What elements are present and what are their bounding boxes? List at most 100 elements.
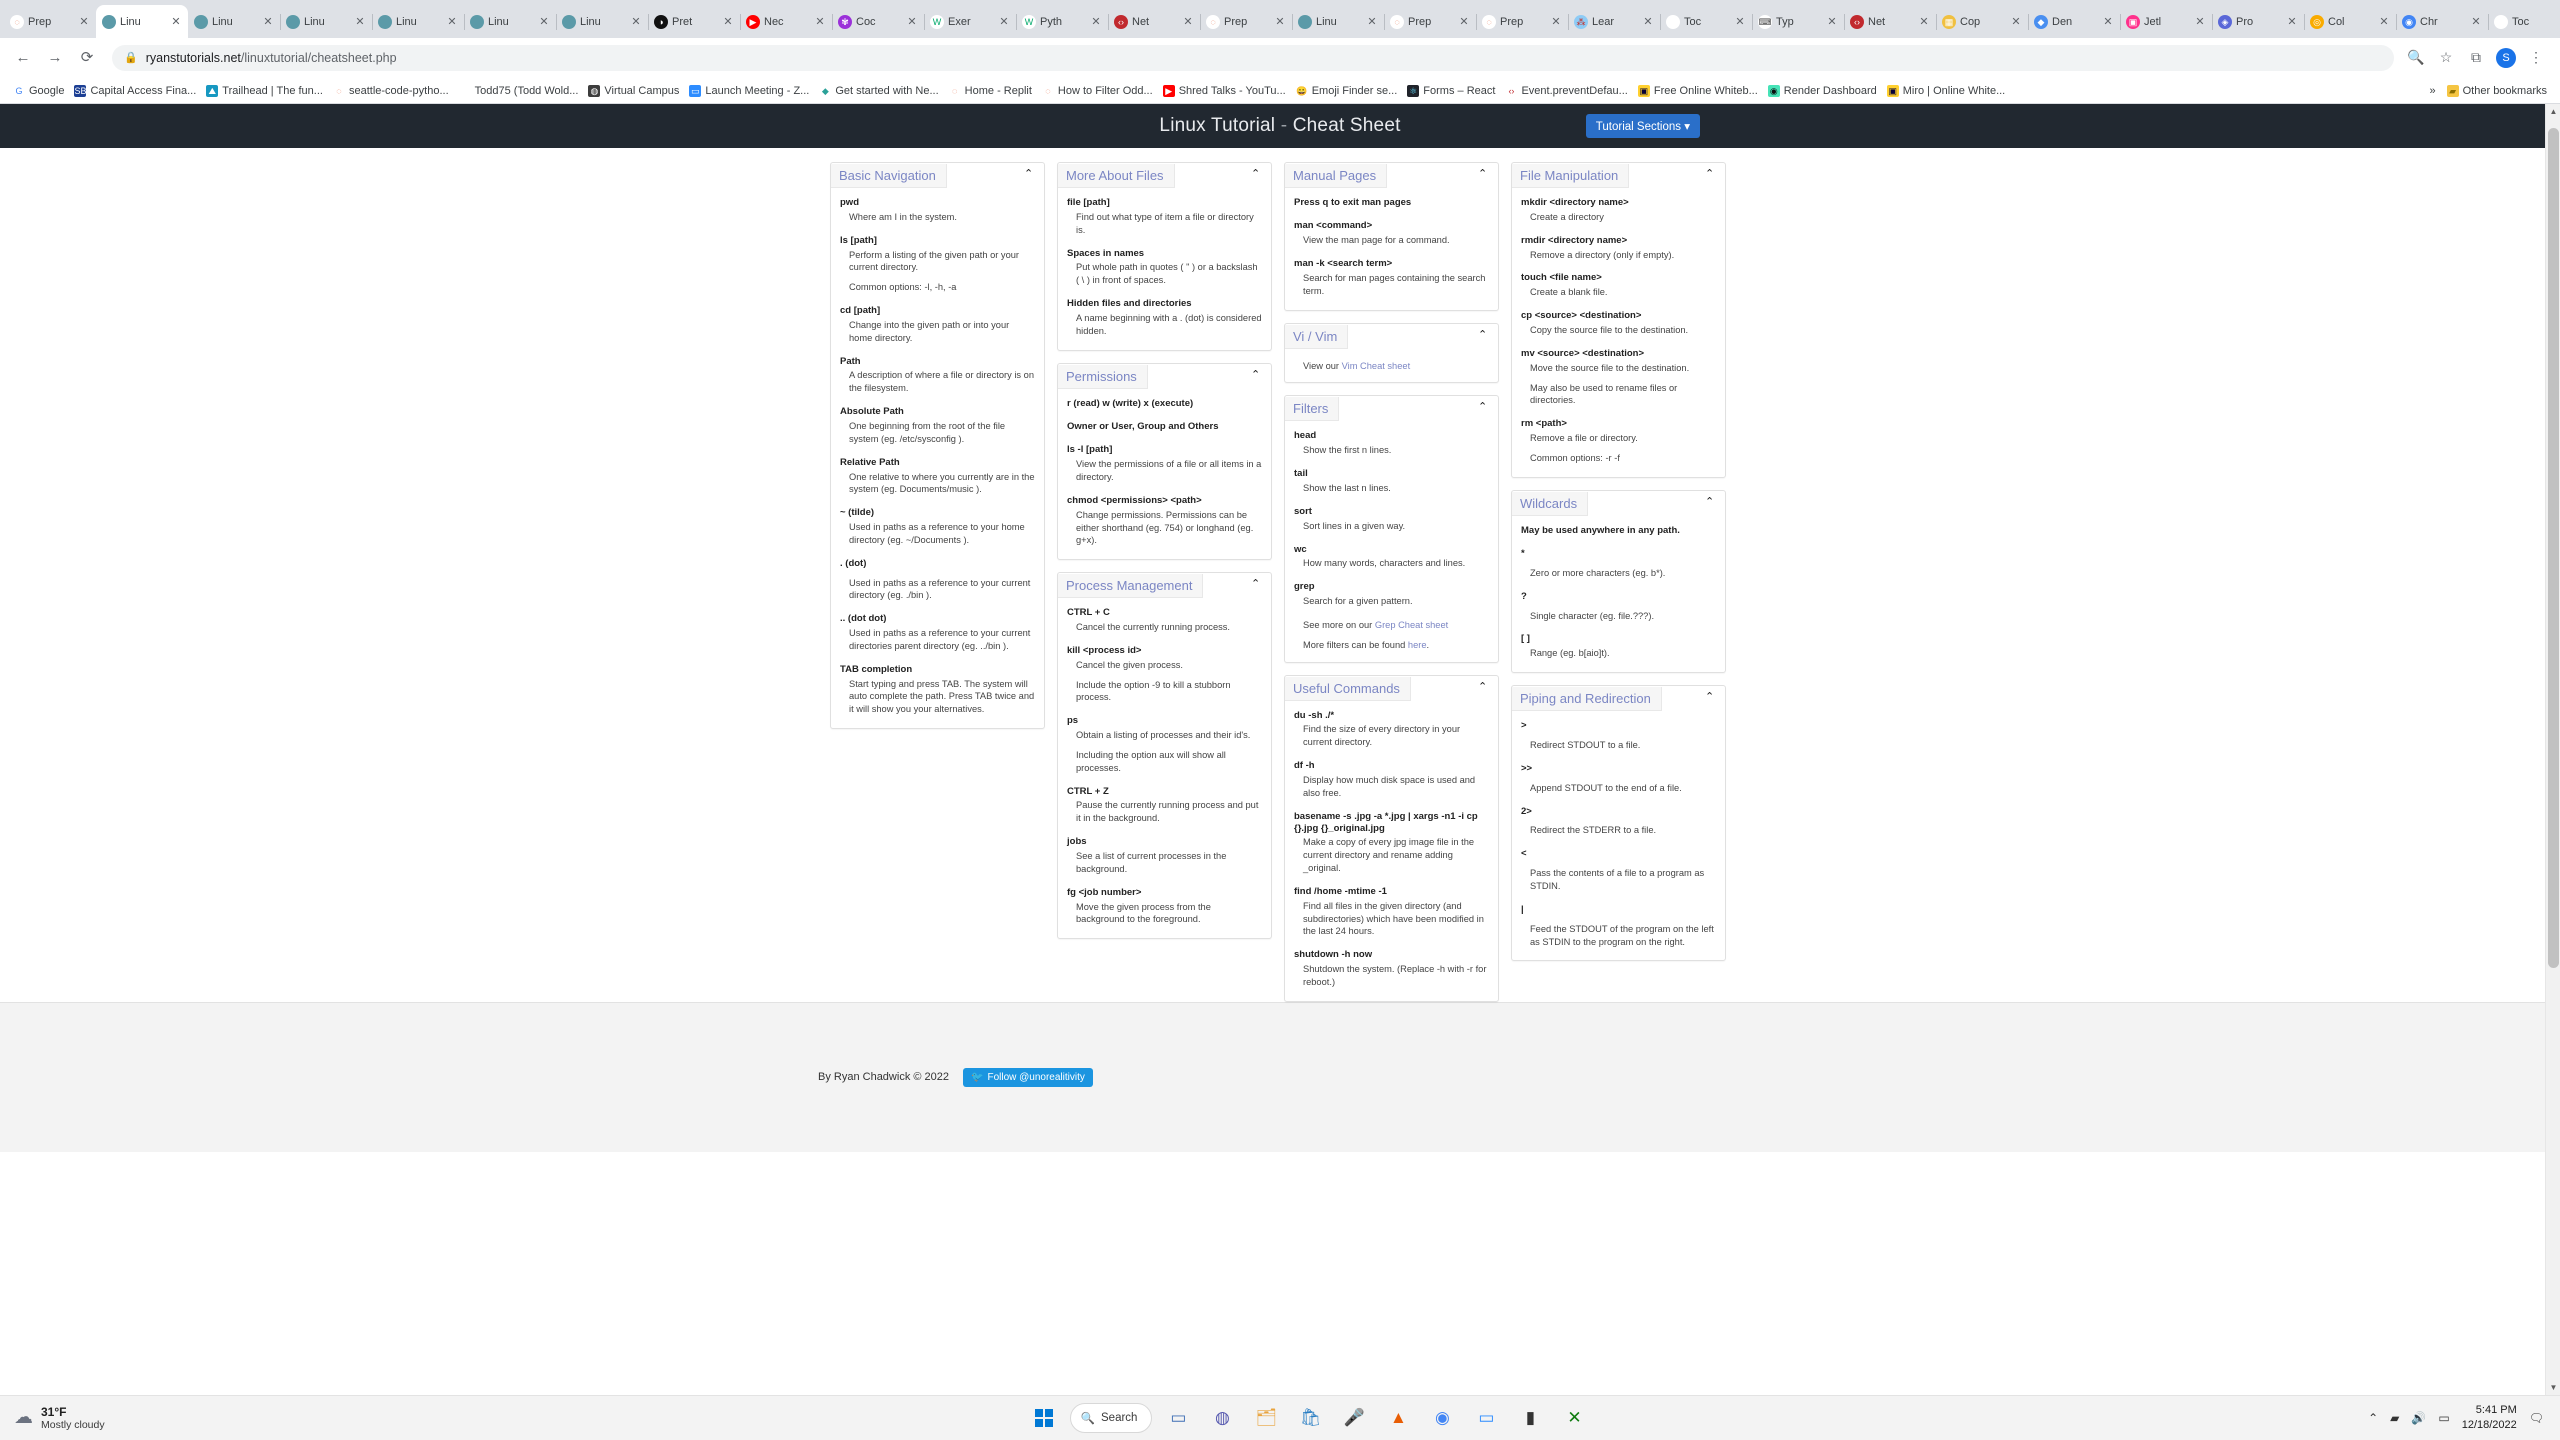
panel-header[interactable]: Piping and Redirection ⌃ xyxy=(1512,686,1725,712)
battery-icon[interactable]: ▭ xyxy=(2438,1411,2449,1425)
panel-header[interactable]: Basic Navigation ⌃ xyxy=(831,163,1044,189)
browser-tab[interactable]: ⌨ Typ ✕ xyxy=(1752,5,1845,38)
tab-close-icon[interactable]: ✕ xyxy=(446,15,458,28)
page-scrollbar[interactable]: ▲ ▼ xyxy=(2545,104,2560,1395)
tab-close-icon[interactable]: ✕ xyxy=(630,15,642,28)
bookmark-item[interactable]: ▣ Free Online Whiteb... xyxy=(1633,83,1763,99)
browser-tab[interactable]: Toc✕ xyxy=(2488,5,2560,38)
browser-tab[interactable]: ◌ Prep ✕ xyxy=(1476,5,1569,38)
chevron-up-icon[interactable]: ⌃ xyxy=(1705,169,1717,181)
address-bar[interactable]: 🔒 ryanstutorials.net/linuxtutorial/cheat… xyxy=(112,44,2394,71)
tab-close-icon[interactable]: ✕ xyxy=(354,15,366,28)
chevron-up-icon[interactable]: ⌃ xyxy=(1251,369,1263,382)
browser-tab[interactable]: ◉ Chr ✕ xyxy=(2396,5,2489,38)
bookmark-item[interactable]: 😀 Emoji Finder se... xyxy=(1291,83,1403,99)
search-icon[interactable]: 🔍 xyxy=(2406,49,2426,66)
bookmark-item[interactable]: ◆ Get started with Ne... xyxy=(814,83,943,99)
grep-cheat-sheet-link[interactable]: Grep Cheat sheet xyxy=(1375,620,1448,630)
panel-header[interactable]: Filters ⌃ xyxy=(1285,396,1498,422)
bookmark-item[interactable]: ◌ seattle-code-pytho... xyxy=(328,83,454,99)
browser-tab[interactable]: Linu ✕ xyxy=(556,5,649,38)
tab-close-icon[interactable]: ✕ xyxy=(1182,15,1194,28)
panel-header[interactable]: Process Management ⌃ xyxy=(1058,573,1271,599)
chevron-up-icon[interactable]: ⌃ xyxy=(1705,496,1717,509)
tab-close-icon[interactable]: ✕ xyxy=(1642,15,1654,28)
tab-close-icon[interactable]: ✕ xyxy=(1090,15,1102,28)
browser-tab[interactable]: ‹› Net ✕ xyxy=(1108,5,1201,38)
bookmark-item[interactable]: Todd75 (Todd Wold... xyxy=(454,83,584,99)
twitter-follow-button[interactable]: 🐦 Follow @unorealitivity xyxy=(963,1067,1093,1087)
tab-close-icon[interactable]: ✕ xyxy=(1550,15,1562,28)
panel-header[interactable]: Useful Commands ⌃ xyxy=(1285,676,1498,702)
back-icon[interactable]: ← xyxy=(10,45,36,71)
taskbar-search[interactable]: 🔍 Search xyxy=(1069,1403,1153,1433)
split-screen-icon[interactable]: ⧉ xyxy=(2466,49,2486,66)
bookmark-item[interactable]: ▭ Launch Meeting - Z... xyxy=(684,83,814,99)
mic-icon[interactable]: 🎤 xyxy=(1336,1400,1372,1436)
forward-icon[interactable]: → xyxy=(42,45,68,71)
terminal-icon[interactable]: ▮ xyxy=(1512,1400,1548,1436)
chevron-up-icon[interactable]: ⌃ xyxy=(1478,681,1490,694)
tab-close-icon[interactable]: ✕ xyxy=(814,15,826,28)
browser-tab[interactable]: ◌ Prep ✕ xyxy=(1200,5,1293,38)
tab-close-icon[interactable]: ✕ xyxy=(78,15,90,28)
more-filters-link[interactable]: here xyxy=(1408,640,1427,650)
bookmark-item[interactable]: ⛰ Trailhead | The fun... xyxy=(201,83,328,99)
tab-close-icon[interactable]: ✕ xyxy=(906,15,918,28)
other-bookmarks-folder[interactable]: ▰ Other bookmarks xyxy=(2442,83,2552,99)
tab-close-icon[interactable]: ✕ xyxy=(1734,15,1746,28)
tab-close-icon[interactable]: ✕ xyxy=(998,15,1010,28)
chrome-menu-icon[interactable]: ⋮ xyxy=(2526,49,2546,66)
browser-tab[interactable]: Linu ✕ xyxy=(372,5,465,38)
scroll-down-icon[interactable]: ▼ xyxy=(2546,1380,2560,1395)
tab-close-icon[interactable]: ✕ xyxy=(1918,15,1930,28)
browser-tab[interactable]: Toc✕ xyxy=(1660,5,1753,38)
tray-chevron-icon[interactable]: ⌃ xyxy=(2368,1411,2378,1425)
bookmark-item[interactable]: ▶ Shred Talks - YouTu... xyxy=(1158,83,1291,99)
tab-close-icon[interactable]: ✕ xyxy=(2470,15,2482,28)
browser-tab[interactable]: Linu ✕ xyxy=(188,5,281,38)
panel-header[interactable]: Wildcards ⌃ xyxy=(1512,491,1725,517)
chevron-up-icon[interactable]: ⌃ xyxy=(1705,692,1717,704)
bookmark-item[interactable]: ▣ Miro | Online White... xyxy=(1882,83,2011,99)
panel-header[interactable]: Manual Pages ⌃ xyxy=(1285,163,1498,189)
store-icon[interactable]: 🛍 xyxy=(1292,1400,1328,1436)
tab-close-icon[interactable]: ✕ xyxy=(170,15,182,28)
tab-close-icon[interactable]: ✕ xyxy=(2010,15,2022,28)
tutorial-sections-button[interactable]: Tutorial Sections ▾ xyxy=(1585,114,1700,138)
browser-tab[interactable]: ◌ Prep ✕ xyxy=(4,5,97,38)
chevron-up-icon[interactable]: ⌃ xyxy=(1251,169,1263,181)
chevron-up-icon[interactable]: ⌃ xyxy=(1024,169,1036,181)
chevron-up-icon[interactable]: ⌃ xyxy=(1251,579,1263,591)
tab-close-icon[interactable]: ✕ xyxy=(2102,15,2114,28)
panel-header[interactable]: Permissions ⌃ xyxy=(1058,364,1271,390)
browser-tab[interactable]: W Exer ✕ xyxy=(924,5,1017,38)
file-explorer-icon[interactable]: 🗂 xyxy=(1248,1400,1284,1436)
clock[interactable]: 5:41 PM 12/18/2022 xyxy=(2462,1403,2517,1433)
task-view-icon[interactable]: ▭ xyxy=(1160,1400,1196,1436)
browser-tab[interactable]: W Pyth ✕ xyxy=(1016,5,1109,38)
browser-tab[interactable]: Linu ✕ xyxy=(280,5,373,38)
scrollbar-thumb[interactable] xyxy=(2548,128,2559,968)
panel-header[interactable]: Vi / Vim ⌃ xyxy=(1285,324,1498,350)
vlc-icon[interactable]: ▲ xyxy=(1380,1400,1416,1436)
bookmark-item[interactable]: ◉ Render Dashboard xyxy=(1763,83,1882,99)
volume-icon[interactable]: 🔊 xyxy=(2411,1411,2426,1425)
bookmarks-overflow-chevron[interactable]: » xyxy=(2430,85,2436,97)
browser-tab[interactable]: ◌ Prep ✕ xyxy=(1384,5,1477,38)
tab-close-icon[interactable]: ✕ xyxy=(538,15,550,28)
chevron-up-icon[interactable]: ⌃ xyxy=(1478,402,1490,414)
browser-tab[interactable]: ▣ Jetl ✕ xyxy=(2120,5,2213,38)
browser-tab[interactable]: ⁂ Lear ✕ xyxy=(1568,5,1661,38)
bookmark-item[interactable]: ◍ Virtual Campus xyxy=(583,83,684,99)
reload-icon[interactable]: ⟳ xyxy=(74,45,100,71)
vim-cheat-sheet-link[interactable]: Vim Cheat sheet xyxy=(1342,361,1411,371)
network-icon[interactable]: ▰ xyxy=(2390,1411,2399,1425)
browser-tab[interactable]: ‹› Net ✕ xyxy=(1844,5,1937,38)
zoom-icon[interactable]: ▭ xyxy=(1468,1400,1504,1436)
weather-widget[interactable]: ☁ 31°F Mostly cloudy xyxy=(0,1405,250,1432)
chevron-up-icon[interactable]: ⌃ xyxy=(1478,329,1490,342)
tab-close-icon[interactable]: ✕ xyxy=(2286,15,2298,28)
profile-avatar[interactable]: S xyxy=(2496,47,2516,68)
start-button[interactable] xyxy=(1026,1400,1062,1436)
